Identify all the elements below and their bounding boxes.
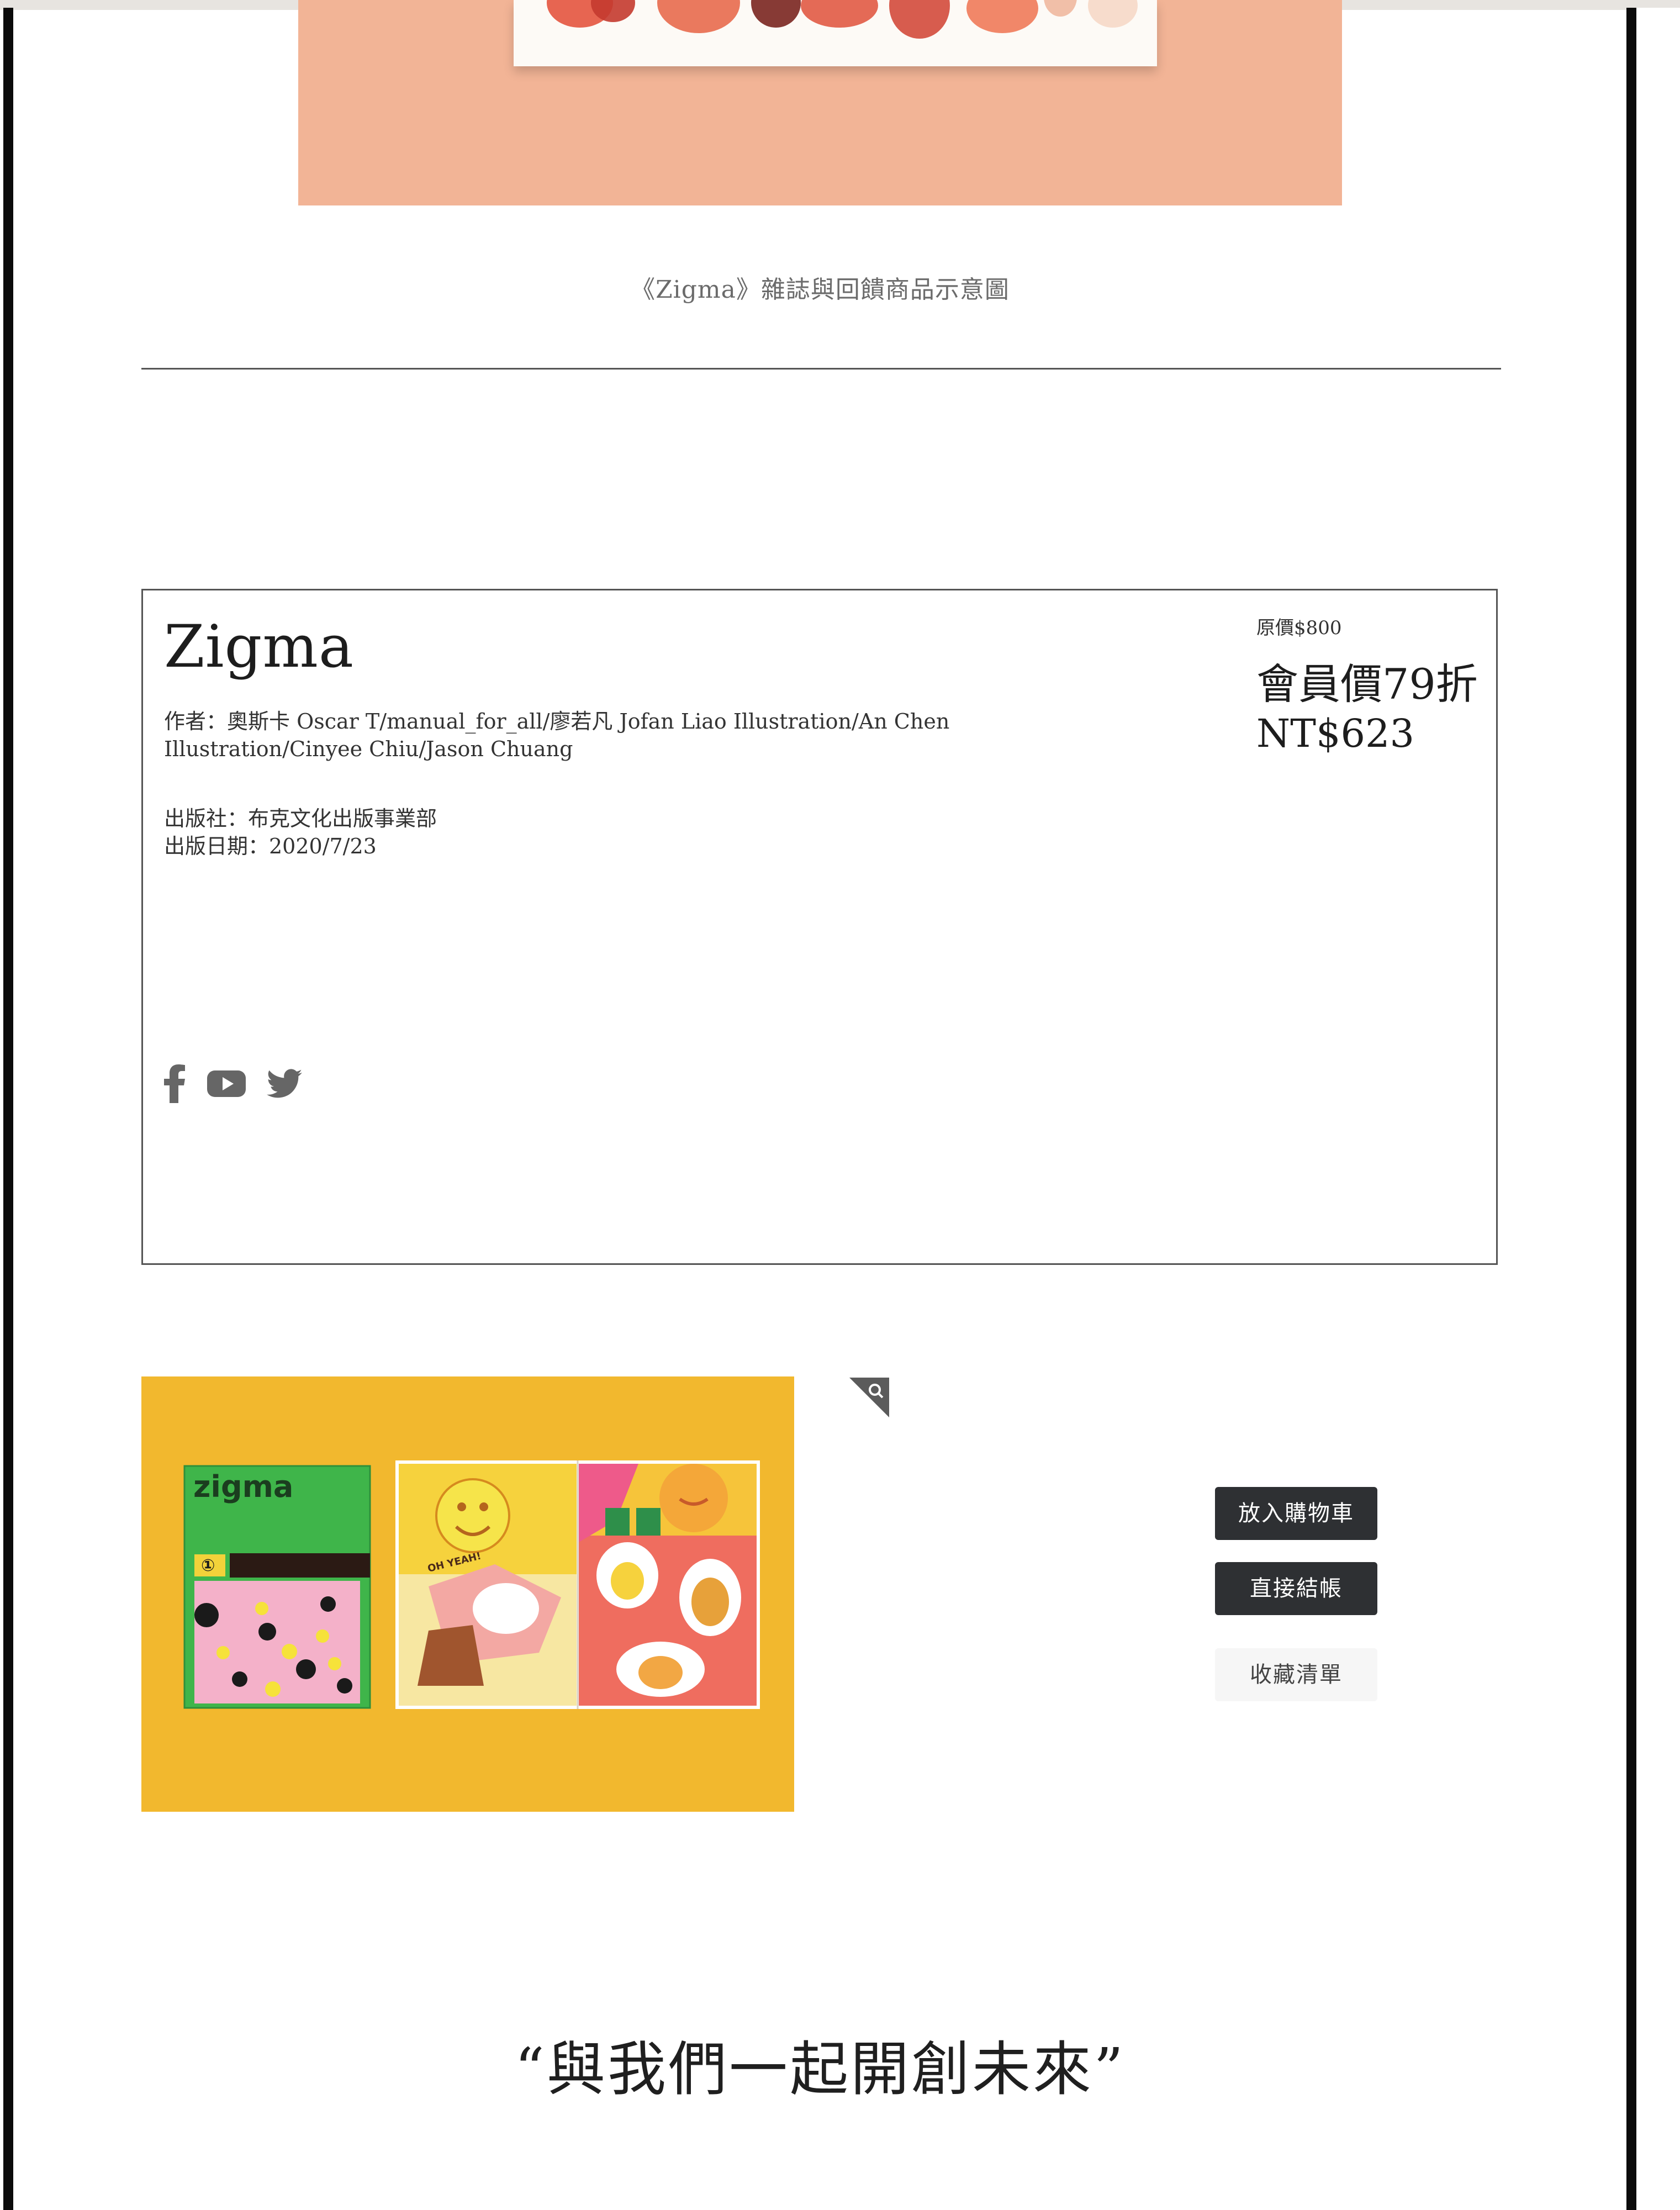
issue-number: ①	[201, 1556, 215, 1575]
product-publisher: 出版社：布克文化出版事業部	[164, 806, 437, 831]
checkout-button[interactable]: 直接結帳	[1215, 1562, 1377, 1615]
hero-image	[298, 0, 1342, 205]
youtube-icon[interactable]	[207, 1069, 246, 1100]
frame-border-left	[3, 8, 13, 2210]
product-authors: 作者：奧斯卡 Oscar T/manual_for_all/廖若凡 Jofan …	[164, 709, 950, 761]
frame-border-right	[1626, 8, 1636, 2210]
image-caption: 《Zigma》雜誌與回饋商品示意圖	[631, 276, 1010, 304]
product-publisher-block: 出版社：布克文化出版事業部 出版日期：2020/7/23	[164, 805, 437, 860]
closing-quote: “與我們一起開創未來”	[514, 2035, 1126, 2103]
product-title: Zigma	[164, 613, 355, 681]
add-to-cart-button[interactable]: 放入購物車	[1215, 1487, 1377, 1540]
section-divider	[141, 368, 1501, 370]
zoom-button[interactable]	[849, 1378, 889, 1417]
original-price: 原價$800	[1256, 617, 1342, 639]
product-photo[interactable]: zigma ① OH YEAH!	[141, 1376, 794, 1812]
social-share-bar	[164, 1060, 302, 1110]
product-photo-illustration: zigma ① OH YEAH!	[141, 1376, 794, 1812]
right-gutter	[1636, 8, 1680, 2210]
member-price-label: 會員價79折	[1256, 660, 1478, 709]
magazine-logo: zigma	[193, 1469, 293, 1504]
product-publish-date: 出版日期：2020/7/23	[164, 834, 377, 858]
product-info-card: Zigma 作者：奧斯卡 Oscar T/manual_for_all/廖若凡 …	[141, 589, 1498, 1265]
zoom-icon	[849, 1378, 889, 1417]
hero-magazine-cover	[514, 0, 1157, 66]
sale-price: NT$623	[1256, 711, 1415, 756]
wishlist-button[interactable]: 收藏清單	[1215, 1648, 1377, 1701]
twitter-icon[interactable]	[267, 1068, 302, 1101]
facebook-icon[interactable]	[164, 1064, 186, 1105]
